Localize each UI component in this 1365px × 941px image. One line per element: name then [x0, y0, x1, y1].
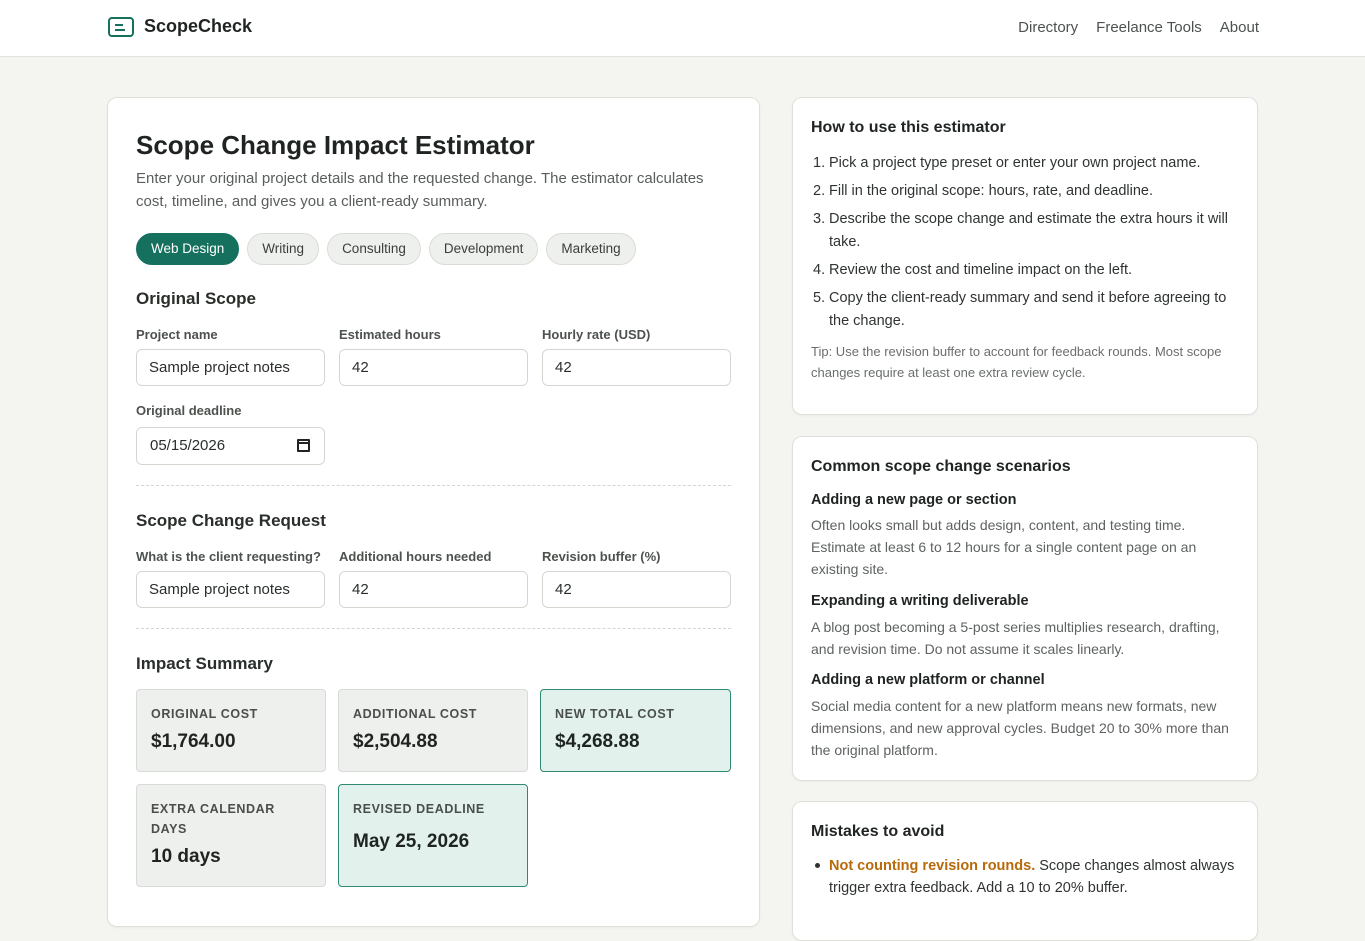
- stat-value: $4,268.88: [555, 731, 640, 752]
- additional-hours-label: Additional hours needed: [339, 549, 492, 564]
- brand-logo[interactable]: ScopeCheck: [108, 16, 252, 37]
- revision-buffer-label: Revision buffer (%): [542, 549, 661, 564]
- revision-buffer-input[interactable]: 42: [542, 571, 731, 608]
- preset-chip-writing[interactable]: Writing: [247, 233, 320, 265]
- preset-chips: Web Design Writing Consulting Developmen…: [136, 233, 636, 265]
- page-intro: Enter your original project details and …: [136, 170, 704, 210]
- preset-chip-marketing[interactable]: Marketing: [546, 233, 636, 265]
- original-deadline-value: 05/15/2026: [150, 437, 226, 454]
- scenario-text: Social media content for a new platform …: [811, 698, 1229, 758]
- stat-value: $1,764.00: [151, 731, 236, 752]
- mistakes-card: Mistakes to avoid Not counting revision …: [792, 801, 1258, 941]
- scenario-title: Expanding a writing deliverable: [811, 593, 1029, 609]
- preset-chip-development[interactable]: Development: [428, 233, 539, 265]
- scenarios-title: Common scope change scenarios: [811, 458, 1071, 475]
- new-total-cost-stat: New Total Cost $4,268.88: [540, 689, 731, 772]
- tip-text: Tip: Use the revision buffer to account …: [811, 344, 1222, 380]
- mistakes-title: Mistakes to avoid: [811, 823, 945, 840]
- estimator-card: Scope Change Impact Estimator Enter your…: [107, 97, 760, 927]
- how-to-step: 5. Copy the client-ready summary and send…: [813, 290, 1227, 329]
- nav-link-about[interactable]: About: [1220, 19, 1259, 36]
- scenario-title: Adding a new page or section: [811, 492, 1017, 508]
- hourly-rate-input[interactable]: 42: [542, 349, 731, 386]
- revised-deadline-stat: Revised Deadline May 25, 2026: [338, 784, 528, 887]
- top-navbar: ScopeCheck Directory Freelance Tools Abo…: [0, 0, 1365, 57]
- client-request-label: What is the client requesting?: [136, 549, 321, 564]
- how-to-step: 2. Fill in the original scope: hours, rat…: [813, 183, 1154, 199]
- stat-value: May 25, 2026: [353, 831, 470, 852]
- client-request-input[interactable]: Sample project notes: [136, 571, 325, 608]
- mistake-item: Not counting revision rounds. Scope chan…: [815, 855, 1239, 899]
- nav-link-directory[interactable]: Directory: [1018, 19, 1078, 36]
- mistake-highlight: Not counting revision rounds.: [829, 858, 1036, 874]
- scope-change-heading: Scope Change Request: [136, 511, 326, 530]
- nav-link-freelance-tools[interactable]: Freelance Tools: [1096, 19, 1202, 36]
- preset-chip-web-design[interactable]: Web Design: [136, 233, 240, 265]
- impact-summary-heading: Impact Summary: [136, 654, 273, 673]
- how-to-steps: 1. Pick a project type preset or enter yo…: [811, 152, 1241, 338]
- how-to-step: 1. Pick a project type preset or enter yo…: [813, 155, 1201, 171]
- estimated-hours-label: Estimated hours: [339, 327, 441, 342]
- scenario-title: Adding a new platform or channel: [811, 672, 1045, 688]
- hourly-rate-label: Hourly rate (USD): [542, 327, 651, 342]
- scenario-text: A blog post becoming a 5-post series mul…: [811, 619, 1220, 657]
- how-to-step: 3. Describe the scope change and estimate…: [813, 211, 1228, 250]
- preset-chip-consulting[interactable]: Consulting: [327, 233, 421, 265]
- stat-label: New Total Cost: [555, 707, 675, 721]
- original-deadline-input[interactable]: 05/15/2026: [136, 427, 325, 465]
- page-title: Scope Change Impact Estimator: [136, 130, 535, 160]
- stat-value: 10 days: [151, 846, 221, 867]
- how-to-card: How to use this estimator 1. Pick a proje…: [792, 97, 1258, 415]
- stat-label: Additional Cost: [353, 707, 478, 721]
- project-name-input[interactable]: Sample project notes: [136, 349, 325, 386]
- section-divider: [136, 485, 731, 486]
- original-cost-stat: Original Cost $1,764.00: [136, 689, 326, 772]
- section-divider: [136, 628, 731, 629]
- original-deadline-label: Original deadline: [136, 403, 242, 418]
- stat-value: $2,504.88: [353, 731, 438, 752]
- stat-label: Extra Calendar Days: [151, 802, 275, 836]
- additional-hours-input[interactable]: 42: [339, 571, 528, 608]
- extra-days-stat: Extra Calendar Days 10 days: [136, 784, 326, 887]
- brand-name: ScopeCheck: [144, 16, 253, 36]
- original-scope-heading: Original Scope: [136, 289, 256, 308]
- scenarios-card: Common scope change scenarios Adding a n…: [792, 436, 1258, 781]
- stat-label: Revised Deadline: [353, 802, 485, 816]
- calendar-icon[interactable]: [297, 439, 310, 452]
- document-icon: [108, 16, 134, 37]
- how-to-step: 4. Review the cost and timeline impact on…: [813, 262, 1133, 278]
- how-to-title: How to use this estimator: [811, 119, 1006, 136]
- stat-label: Original Cost: [151, 707, 258, 721]
- additional-cost-stat: Additional Cost $2,504.88: [338, 689, 528, 772]
- project-name-label: Project name: [136, 327, 218, 342]
- scenario-text: Often looks small but adds design, conte…: [811, 517, 1197, 577]
- estimated-hours-input[interactable]: 42: [339, 349, 528, 386]
- main-nav: Directory Freelance Tools About: [1018, 19, 1259, 36]
